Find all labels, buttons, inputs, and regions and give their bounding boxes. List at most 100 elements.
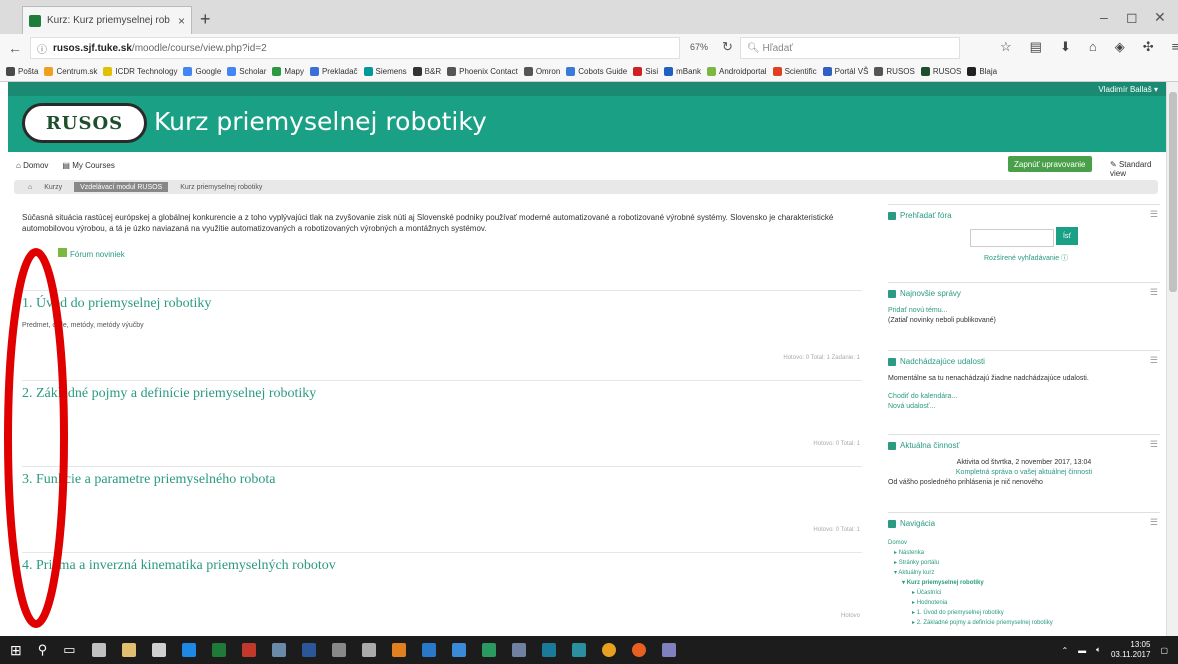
app-icon[interactable] bbox=[421, 643, 436, 657]
calendar-link[interactable]: Chodiť do kalendára... bbox=[888, 392, 1160, 402]
breadcrumb-item[interactable]: Vzdelávací modul RUSOS bbox=[74, 182, 169, 192]
page-scrollbar[interactable] bbox=[1166, 82, 1178, 636]
close-window-icon[interactable]: ✕ bbox=[1154, 9, 1166, 26]
app-icon[interactable] bbox=[451, 643, 466, 657]
site-logo[interactable]: RUSOS bbox=[22, 103, 147, 143]
firefox-app-icon[interactable] bbox=[631, 643, 646, 657]
tab-close-icon[interactable]: × bbox=[178, 14, 185, 28]
explorer-app-icon[interactable] bbox=[121, 643, 136, 657]
block-menu-icon[interactable]: ☰ bbox=[1150, 439, 1158, 450]
app-icon[interactable] bbox=[271, 643, 286, 657]
file-app-icon[interactable] bbox=[91, 643, 106, 657]
clock[interactable]: 13:05 03.11.2017 bbox=[1111, 640, 1150, 660]
bookmark-item[interactable]: Mapy bbox=[272, 67, 304, 76]
bookmark-item[interactable]: ICDR Technology bbox=[103, 67, 177, 76]
bookmark-item[interactable]: Portál VŠ bbox=[822, 67, 868, 76]
download-icon[interactable]: ⬇ bbox=[1060, 39, 1071, 55]
home-icon[interactable]: ⌂ bbox=[1089, 39, 1097, 55]
bookmark-item[interactable]: RUSOS bbox=[874, 67, 915, 76]
bookmark-star-icon[interactable]: ☆ bbox=[1000, 39, 1012, 55]
nav-item[interactable]: ▸ 2. Základné pojmy a definície priemyse… bbox=[888, 618, 1160, 628]
excel-app-icon[interactable] bbox=[211, 643, 226, 657]
user-menu[interactable]: Vladimír Ballaš bbox=[1098, 85, 1151, 94]
maximize-icon[interactable]: ◻ bbox=[1126, 9, 1138, 26]
word-app-icon[interactable] bbox=[301, 643, 316, 657]
block-menu-icon[interactable]: ☰ bbox=[1150, 287, 1158, 298]
calculator-app-icon[interactable] bbox=[151, 643, 166, 657]
volume-icon[interactable]: 🔈︎ bbox=[1096, 645, 1101, 655]
nav-item[interactable]: ▸ Stránky portálu bbox=[888, 558, 1160, 568]
reading-list-icon[interactable]: ▤ bbox=[1030, 39, 1042, 55]
browser-tab-active[interactable]: Kurz: Kurz priemyselnej rob × bbox=[22, 6, 192, 34]
nav-my-courses-link[interactable]: ▤ My Courses bbox=[62, 161, 114, 170]
app-icon[interactable] bbox=[361, 643, 376, 657]
section-title[interactable]: 4. Priama a inverzná kinematika priemyse… bbox=[22, 553, 862, 574]
standard-view-link[interactable]: ✎ Standard view bbox=[1110, 160, 1166, 178]
zoom-indicator[interactable]: 67% bbox=[690, 42, 708, 52]
add-topic-link[interactable]: Pridať novú tému... bbox=[888, 306, 1160, 316]
news-forum-link[interactable]: Fórum noviniek bbox=[70, 250, 125, 259]
bookmark-item[interactable]: Blaja bbox=[967, 67, 997, 76]
nav-item[interactable]: ▾ Aktuálny kurz bbox=[888, 568, 1160, 578]
breadcrumb-item[interactable]: Kurzy bbox=[44, 184, 62, 191]
app-icon[interactable] bbox=[571, 643, 586, 657]
block-menu-icon[interactable]: ☰ bbox=[1150, 517, 1158, 528]
menu-icon[interactable]: ≡ bbox=[1172, 39, 1178, 55]
scrollbar-thumb[interactable] bbox=[1169, 92, 1177, 292]
skype-app-icon[interactable] bbox=[181, 643, 196, 657]
bookmark-item[interactable]: Scientific bbox=[772, 67, 817, 76]
bookmark-item[interactable]: Phoenix Contact bbox=[447, 67, 518, 76]
bookmark-item[interactable]: Centrum.sk bbox=[44, 67, 97, 76]
section-title[interactable]: 3. Funkcie a parametre priemyselného rob… bbox=[22, 467, 862, 488]
new-tab-button[interactable]: + bbox=[200, 9, 211, 30]
start-icon[interactable]: ⊞ bbox=[10, 642, 22, 659]
powerpoint-app-icon[interactable] bbox=[241, 643, 256, 657]
full-report-link[interactable]: Kompletná správa o vašej aktuálnej činno… bbox=[888, 468, 1160, 478]
bookmark-item[interactable]: Scholar bbox=[227, 67, 266, 76]
forum-search-input[interactable] bbox=[970, 229, 1054, 247]
app-icon[interactable] bbox=[661, 643, 676, 657]
app-icon[interactable] bbox=[391, 643, 406, 657]
edit-mode-button[interactable]: Zapnúť upravovanie bbox=[1008, 156, 1092, 172]
tray-chevron-icon[interactable]: ⌃ bbox=[1061, 646, 1068, 655]
nav-item[interactable]: ▸ Hodnotenia bbox=[888, 598, 1160, 608]
extension-icon[interactable]: ✣ bbox=[1143, 39, 1154, 55]
search-icon[interactable]: ⚲ bbox=[38, 642, 48, 658]
bookmark-item[interactable]: B&R bbox=[412, 67, 441, 76]
bookmark-item[interactable]: mBank bbox=[664, 67, 701, 76]
bookmark-item[interactable]: Siemens bbox=[363, 67, 407, 76]
block-menu-icon[interactable]: ☰ bbox=[1150, 355, 1158, 366]
bookmark-item[interactable]: RUSOS bbox=[920, 67, 961, 76]
forum-search-button[interactable]: Ísť bbox=[1056, 227, 1078, 245]
app-icon[interactable] bbox=[541, 643, 556, 657]
bookmark-item[interactable]: Cobots Guide bbox=[566, 67, 627, 76]
minimize-icon[interactable]: – bbox=[1100, 9, 1108, 25]
address-bar[interactable]: ⓘ rusos.sjf.tuke.sk/moodle/course/view.p… bbox=[30, 37, 680, 59]
app-icon[interactable] bbox=[481, 643, 496, 657]
bookmark-item[interactable]: Omron bbox=[523, 67, 560, 76]
inkscape-app-icon[interactable] bbox=[331, 643, 346, 657]
reload-icon[interactable]: ↻ bbox=[722, 39, 733, 55]
nav-item[interactable]: ▸ Účastníci bbox=[888, 588, 1160, 598]
notifications-icon[interactable]: ▢ bbox=[1160, 646, 1168, 655]
nav-home-link[interactable]: ⌂ Domov bbox=[16, 161, 48, 170]
nav-item[interactable]: Domov bbox=[888, 538, 1160, 548]
section-title[interactable]: 2. Základné pojmy a definície priemyseln… bbox=[22, 381, 862, 402]
battery-icon[interactable]: ▬ bbox=[1078, 646, 1086, 655]
bookmark-item[interactable]: Androidportal bbox=[707, 67, 767, 76]
back-icon[interactable]: ← bbox=[8, 40, 22, 56]
nav-item[interactable]: ▸ 1. Úvod do priemyselnej robotiky bbox=[888, 608, 1160, 618]
chrome-app-icon[interactable] bbox=[601, 643, 616, 657]
nav-item[interactable]: ▾ Kurz priemyselnej robotiky bbox=[888, 578, 1160, 588]
browser-search-input[interactable]: 🔍︎ Hľadať bbox=[740, 37, 960, 59]
pocket-icon[interactable]: ◈ bbox=[1115, 39, 1125, 55]
block-menu-icon[interactable]: ☰ bbox=[1150, 209, 1158, 220]
bookmark-item[interactable]: Pošta bbox=[6, 67, 38, 76]
task-view-icon[interactable]: ▭ bbox=[63, 642, 75, 658]
breadcrumb-home-icon[interactable]: ⌂ bbox=[28, 184, 32, 191]
section-title[interactable]: 1. Úvod do priemyselnej robotiky bbox=[22, 291, 862, 312]
advanced-search-link[interactable]: Rozšírené vyhľadávanie ⓘ bbox=[984, 253, 1068, 263]
bookmark-item[interactable]: Prekladač bbox=[309, 67, 358, 76]
new-event-link[interactable]: Nová udalosť... bbox=[888, 402, 1160, 412]
bookmark-item[interactable]: Google bbox=[183, 67, 221, 76]
